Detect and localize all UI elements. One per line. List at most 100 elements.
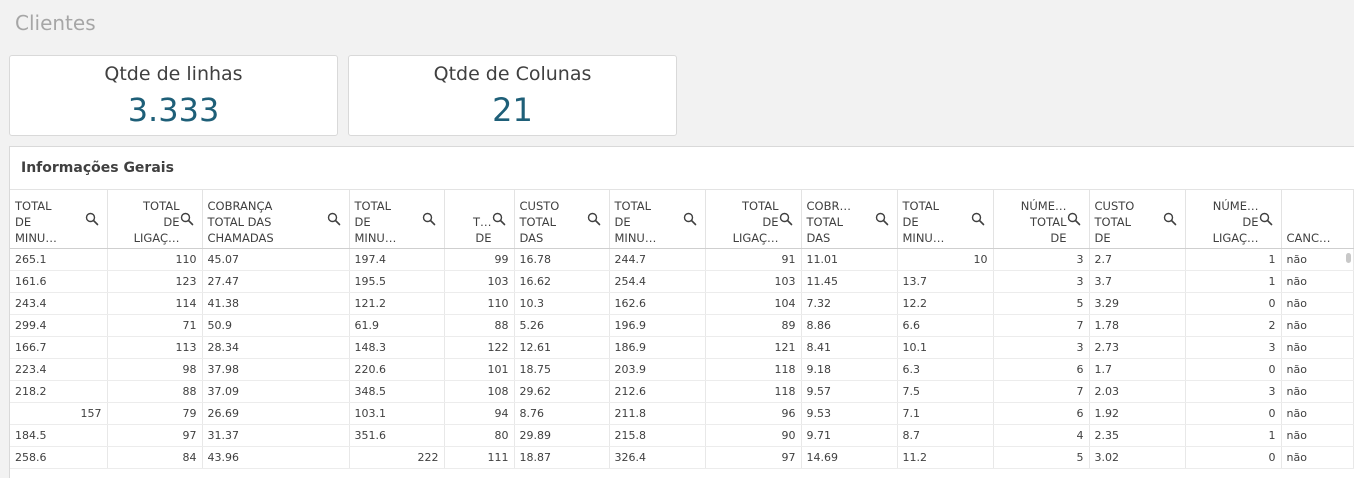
table-cell[interactable]: 2.03 <box>1089 380 1186 403</box>
table-cell[interactable]: 29.62 <box>514 380 610 403</box>
table-cell[interactable]: 11.01 <box>801 248 898 271</box>
table-cell[interactable]: 45.07 <box>202 248 350 271</box>
column-header[interactable]: TOTAL DE MINU… <box>349 189 445 249</box>
column-header[interactable]: NÚME… DE LIGAÇ… <box>1185 189 1282 249</box>
search-icon[interactable] <box>971 212 985 226</box>
column-header[interactable]: TOTAL DE MINU… <box>897 189 994 249</box>
table-cell[interactable]: 10.3 <box>514 292 610 315</box>
table-cell[interactable]: 3.7 <box>1089 270 1186 293</box>
search-icon[interactable] <box>875 212 889 226</box>
table-cell[interactable]: 110 <box>107 248 203 271</box>
table-cell[interactable]: 5 <box>993 446 1090 469</box>
table-cell[interactable]: 299.4 <box>10 314 108 337</box>
table-row[interactable]: 258.6 84 43.96 222 111 18.87 326.4 97 14.69 11.2 5… <box>10 446 1354 469</box>
table-cell[interactable]: 26.69 <box>202 402 350 425</box>
table-cell[interactable]: 118 <box>705 380 802 403</box>
column-header[interactable]: TOTAL DE LIGAÇ… <box>705 189 802 249</box>
search-icon[interactable] <box>1163 212 1177 226</box>
table-cell[interactable]: 212.6 <box>609 380 706 403</box>
table-cell[interactable]: 43.96 <box>202 446 350 469</box>
kpi-column-count[interactable]: Qtde de Colunas 21 <box>348 55 677 136</box>
kpi-row-count[interactable]: Qtde de linhas 3.333 <box>9 55 338 136</box>
table-cell[interactable]: não <box>1281 248 1354 271</box>
table-cell[interactable]: 41.38 <box>202 292 350 315</box>
table-cell[interactable]: 243.4 <box>10 292 108 315</box>
table-cell[interactable]: 195.5 <box>349 270 445 293</box>
table-cell[interactable]: 121 <box>705 336 802 359</box>
table-cell[interactable]: 31.37 <box>202 424 350 447</box>
search-icon[interactable] <box>492 212 506 226</box>
table-cell[interactable]: 103 <box>705 270 802 293</box>
table-cell[interactable]: 88 <box>107 380 203 403</box>
table-cell[interactable]: 254.4 <box>609 270 706 293</box>
table-cell[interactable]: 2.7 <box>1089 248 1186 271</box>
table-cell[interactable]: 9.53 <box>801 402 898 425</box>
table-cell[interactable]: 4 <box>993 424 1090 447</box>
table-cell[interactable]: 9.71 <box>801 424 898 447</box>
table-cell[interactable]: 118 <box>705 358 802 381</box>
table-cell[interactable]: 103.1 <box>349 402 445 425</box>
table-cell[interactable]: 123 <box>107 270 203 293</box>
table-cell[interactable]: 9.18 <box>801 358 898 381</box>
column-header[interactable]: TOTAL DE LIGAÇ… <box>107 189 203 249</box>
table-cell[interactable]: 10.1 <box>897 336 994 359</box>
table-cell[interactable]: 7.32 <box>801 292 898 315</box>
table-cell[interactable]: 3.29 <box>1089 292 1186 315</box>
table-cell[interactable]: 11.45 <box>801 270 898 293</box>
table-cell[interactable]: não <box>1281 402 1354 425</box>
table-cell[interactable]: 162.6 <box>609 292 706 315</box>
table-cell[interactable]: 6 <box>993 358 1090 381</box>
table-cell[interactable]: 161.6 <box>10 270 108 293</box>
table-cell[interactable]: 3 <box>993 336 1090 359</box>
table-cell[interactable]: 197.4 <box>349 248 445 271</box>
table-cell[interactable]: 3 <box>1185 380 1282 403</box>
table-cell[interactable]: 244.7 <box>609 248 706 271</box>
table-cell[interactable]: 7 <box>993 314 1090 337</box>
table-cell[interactable]: 218.2 <box>10 380 108 403</box>
table-cell[interactable]: 7.1 <box>897 402 994 425</box>
search-icon[interactable] <box>1259 212 1273 226</box>
column-header[interactable]: COBRANÇA TOTAL DAS CHAMADAS <box>202 189 350 249</box>
search-icon[interactable] <box>779 212 793 226</box>
table-cell[interactable]: 3 <box>993 248 1090 271</box>
table-row[interactable]: 157 79 26.69 103.1 94 8.76 211.8 96 9.53 7.1 6 1.92… <box>10 402 1354 425</box>
table-cell[interactable]: 186.9 <box>609 336 706 359</box>
table-row[interactable]: 166.7 113 28.34 148.3 122 12.61 186.9 121 8.41 10… <box>10 336 1354 359</box>
table-cell[interactable]: 121.2 <box>349 292 445 315</box>
table-cell[interactable]: 97 <box>107 424 203 447</box>
table-cell[interactable]: 157 <box>10 402 108 425</box>
table-row[interactable]: 243.4 114 41.38 121.2 110 10.3 162.6 104 7.32 12.… <box>10 292 1354 315</box>
table-cell[interactable]: 90 <box>705 424 802 447</box>
table-cell[interactable]: 61.9 <box>349 314 445 337</box>
table-cell[interactable]: 3.02 <box>1089 446 1186 469</box>
table-cell[interactable]: 113 <box>107 336 203 359</box>
search-icon[interactable] <box>85 212 99 226</box>
table-cell[interactable]: 1.92 <box>1089 402 1186 425</box>
table-row[interactable]: 184.5 97 31.37 351.6 80 29.89 215.8 90 9.71 8.7 4 2… <box>10 424 1354 447</box>
table-cell[interactable]: 184.5 <box>10 424 108 447</box>
table-cell[interactable]: 6.3 <box>897 358 994 381</box>
column-header[interactable]: CANC… <box>1281 189 1354 249</box>
table-cell[interactable]: 122 <box>444 336 515 359</box>
table-cell[interactable]: 3 <box>993 270 1090 293</box>
table-cell[interactable]: 8.41 <box>801 336 898 359</box>
column-header[interactable]: CUSTO TOTAL DE <box>1089 189 1186 249</box>
table-row[interactable]: 223.4 98 37.98 220.6 101 18.75 203.9 118 9.18 6.3… <box>10 358 1354 381</box>
table-cell[interactable]: não <box>1281 358 1354 381</box>
table-cell[interactable]: 211.8 <box>609 402 706 425</box>
table-cell[interactable]: 1 <box>1185 248 1282 271</box>
table-cell[interactable]: 110 <box>444 292 515 315</box>
table-cell[interactable]: não <box>1281 424 1354 447</box>
table-cell[interactable]: 351.6 <box>349 424 445 447</box>
table-cell[interactable]: 326.4 <box>609 446 706 469</box>
table-cell[interactable]: 196.9 <box>609 314 706 337</box>
table-cell[interactable]: 99 <box>444 248 515 271</box>
table-cell[interactable]: 222 <box>349 446 445 469</box>
table-cell[interactable]: 2.35 <box>1089 424 1186 447</box>
table-cell[interactable]: 12.2 <box>897 292 994 315</box>
table-cell[interactable]: 203.9 <box>609 358 706 381</box>
table-cell[interactable]: 27.47 <box>202 270 350 293</box>
table-cell[interactable]: 14.69 <box>801 446 898 469</box>
table-cell[interactable]: 96 <box>705 402 802 425</box>
table-cell[interactable]: 11.2 <box>897 446 994 469</box>
